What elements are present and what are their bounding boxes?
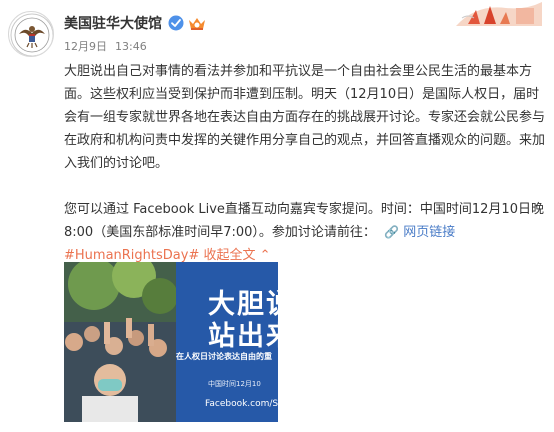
- post-paragraph-2-text: 您可以通过 Facebook Live直播互动向嘉宾专家提问。时间：中国时间12…: [64, 202, 544, 240]
- web-link-label: 网页链接: [403, 225, 456, 240]
- collapse-label: 收起全文: [203, 248, 256, 263]
- post-timestamp[interactable]: 12月9日 13:46: [64, 38, 155, 54]
- vip-member-icon[interactable]: [187, 15, 207, 31]
- embassy-seal-icon: [10, 13, 53, 56]
- post-paragraph-1: 大胆说出自己对事情的看法并参加和平抗议是一个自由社会里公民生活的最基本方面。这些…: [64, 64, 546, 171]
- chevron-up-icon: ⌃: [259, 248, 271, 263]
- avatar[interactable]: [8, 11, 54, 57]
- photo-subtitle: 在人权日讨论表达自由的重: [176, 352, 272, 361]
- weibo-post: 美国驻华大使馆 12月9日 13:46 大胆说出自己对事情的看法并参加和平抗议是一…: [0, 0, 554, 432]
- post-paragraph-2: 您可以通过 Facebook Live直播互动向嘉宾专家提问。时间：中国时间12…: [64, 198, 548, 267]
- collapse-button[interactable]: 收起全文 ⌃: [204, 248, 271, 263]
- author-row: 美国驻华大使馆: [64, 13, 207, 33]
- hashtag-link[interactable]: #HumanRightsDay#: [64, 248, 199, 263]
- link-icon: 🔗: [384, 225, 400, 239]
- web-link[interactable]: 🔗 网页链接: [384, 225, 455, 240]
- author-name[interactable]: 美国驻华大使馆: [64, 13, 162, 33]
- post-image[interactable]: 大胆说 站出来 在人权日讨论表达自由的重 中国时间12月10 Facebook.…: [64, 262, 278, 422]
- post-time: 13:46: [115, 40, 147, 53]
- post-content: 大胆说出自己对事情的看法并参加和平抗议是一个自由社会里公民生活的最基本方面。这些…: [64, 60, 548, 267]
- card-decoration-image: [456, 2, 542, 26]
- verified-badge-icon[interactable]: [168, 15, 184, 31]
- post-date: 12月9日: [64, 40, 107, 53]
- photo-date-line: 中国时间12月10: [208, 380, 261, 388]
- photo-url: Facebook.com/Sta: [205, 399, 278, 409]
- photo-headline-2: 站出来: [208, 321, 278, 352]
